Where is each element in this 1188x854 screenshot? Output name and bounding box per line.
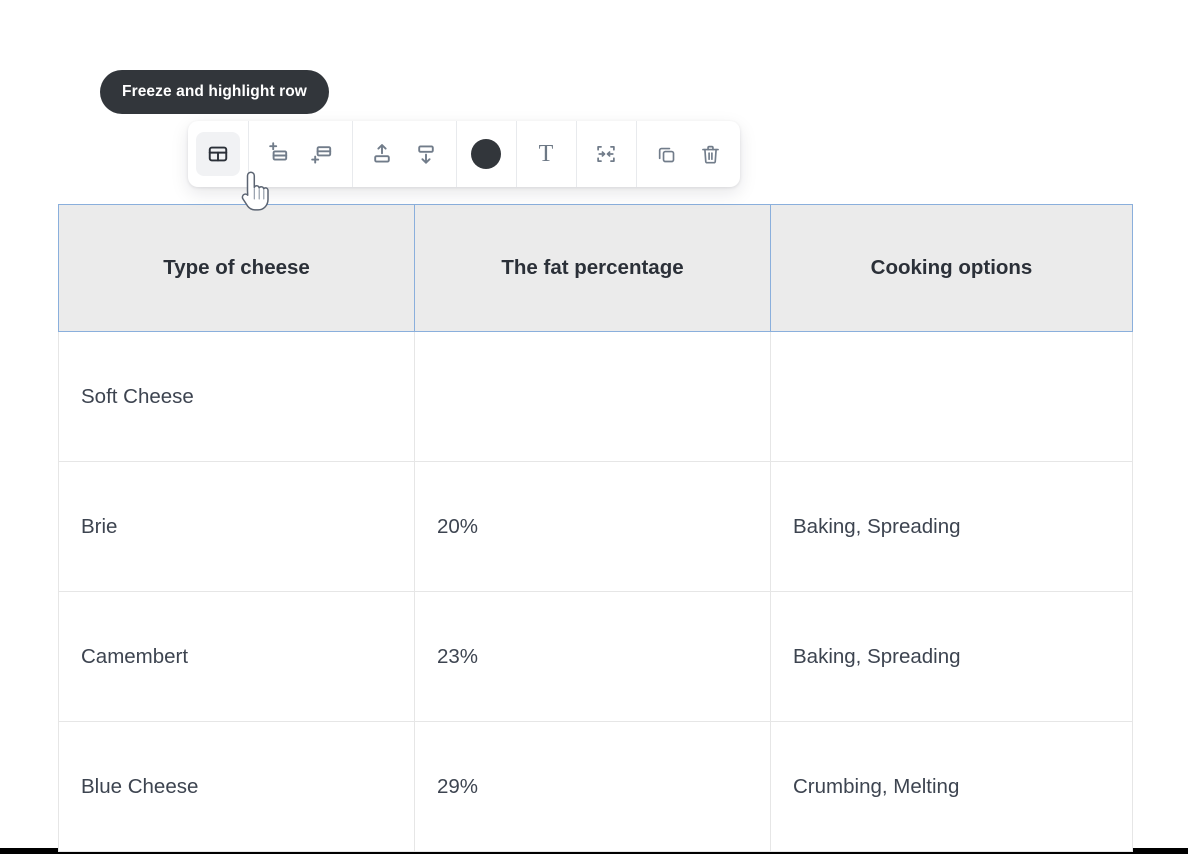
toolbar-group-color [456, 121, 516, 187]
toolbar-group-freeze [188, 121, 248, 187]
table-header: Type of cheese The fat percentage Cookin… [58, 204, 1133, 332]
text-formatting-button[interactable]: T [524, 132, 568, 176]
table-row[interactable]: Blue Cheese 29% Crumbing, Melting [58, 721, 1133, 852]
text-format-icon: T [538, 141, 554, 167]
merge-cells-button[interactable] [584, 132, 628, 176]
insert-row-below-icon [310, 142, 334, 166]
table-header-row[interactable]: Type of cheese The fat percentage Cookin… [58, 204, 1133, 332]
duplicate-button[interactable] [644, 132, 688, 176]
table-row[interactable]: Brie 20% Baking, Spreading [58, 461, 1133, 592]
toolbar-group-merge [576, 121, 636, 187]
cell-cheese-name[interactable]: Soft Cheese [58, 331, 415, 462]
cell-cooking-options[interactable]: Baking, Spreading [770, 461, 1133, 592]
cell-fat-percentage[interactable]: 23% [414, 591, 771, 722]
toolbar-tooltip: Freeze and highlight row [100, 70, 329, 114]
merge-cells-icon [595, 143, 617, 165]
duplicate-icon [656, 144, 677, 165]
cell-cheese-name[interactable]: Blue Cheese [58, 721, 415, 852]
table-row[interactable]: Camembert 23% Baking, Spreading [58, 591, 1133, 722]
toolbar-group-actions [636, 121, 740, 187]
trash-icon [700, 144, 721, 165]
cell-cooking-options[interactable]: Baking, Spreading [770, 591, 1133, 722]
table-row[interactable]: Soft Cheese [58, 331, 1133, 462]
screenshot-canvas: Type of cheese The fat percentage Cookin… [0, 0, 1188, 854]
cell-cheese-name[interactable]: Camembert [58, 591, 415, 722]
column-header-cooking-options[interactable]: Cooking options [770, 204, 1133, 332]
toolbar-group-move-row [352, 121, 456, 187]
toolbar-group-text: T [516, 121, 576, 187]
insert-row-above-icon [266, 142, 290, 166]
cell-cheese-name[interactable]: Brie [58, 461, 415, 592]
cell-cooking-options[interactable] [770, 331, 1133, 462]
freeze-highlight-row-button[interactable] [196, 132, 240, 176]
move-row-up-icon [370, 142, 394, 166]
cheese-table: Type of cheese The fat percentage Cookin… [58, 204, 1133, 852]
move-row-up-button[interactable] [360, 132, 404, 176]
cell-fat-percentage[interactable]: 29% [414, 721, 771, 852]
cell-fat-percentage[interactable] [414, 331, 771, 462]
move-row-down-icon [414, 142, 438, 166]
table-row-toolbar: T [188, 121, 740, 187]
table-grid-icon [207, 143, 229, 165]
column-header-fat-percentage[interactable]: The fat percentage [414, 204, 771, 332]
column-header-type-of-cheese[interactable]: Type of cheese [58, 204, 415, 332]
table-body: Soft Cheese Brie 20% Baking, Spreading C… [58, 331, 1133, 852]
insert-row-below-button[interactable] [300, 132, 344, 176]
toolbar-group-insert-row [248, 121, 352, 187]
cell-color-button[interactable] [464, 132, 508, 176]
insert-row-above-button[interactable] [256, 132, 300, 176]
cell-fat-percentage[interactable]: 20% [414, 461, 771, 592]
delete-button[interactable] [688, 132, 732, 176]
cheese-table-container: Type of cheese The fat percentage Cookin… [58, 204, 1133, 852]
move-row-down-button[interactable] [404, 132, 448, 176]
cell-cooking-options[interactable]: Crumbing, Melting [770, 721, 1133, 852]
color-swatch-icon [471, 139, 501, 169]
